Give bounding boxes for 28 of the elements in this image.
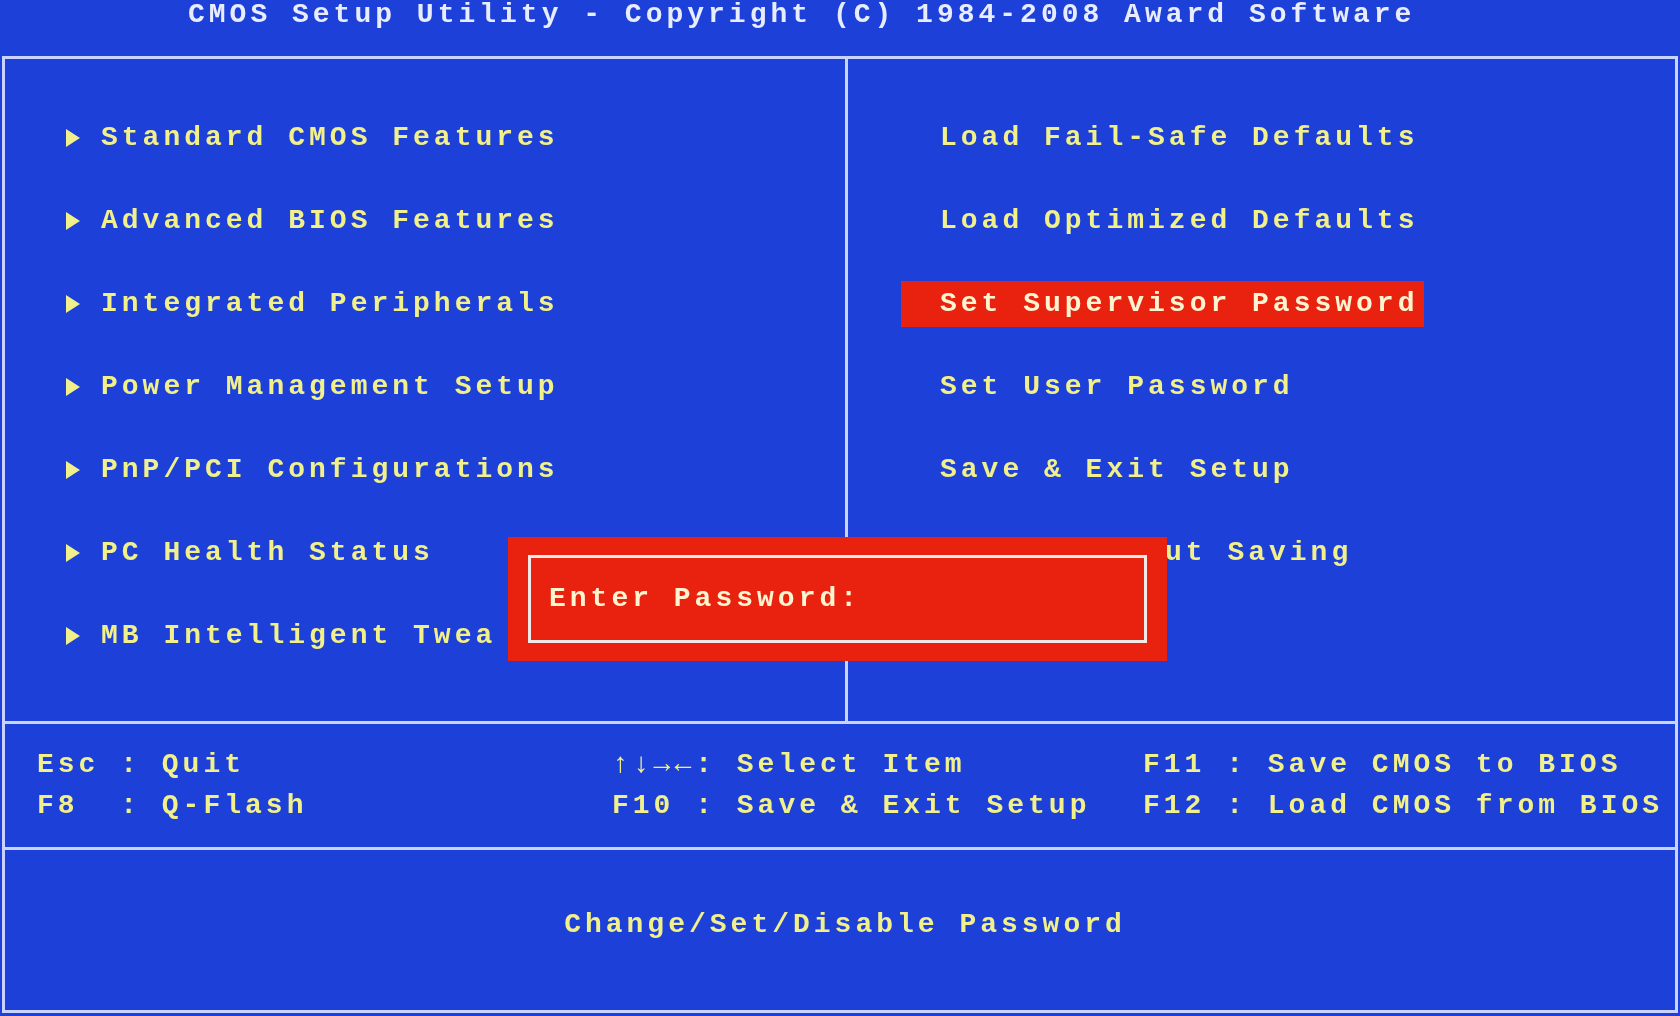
key-hint: Esc : Quit: [37, 748, 246, 782]
menu-item[interactable]: Standard CMOS Features: [101, 116, 559, 159]
triangle-icon: [65, 210, 81, 231]
screen-title: CMOS Setup Utility - Copyright (C) 1984-2008 Award Software: [187, 0, 1417, 32]
triangle-icon: [65, 542, 81, 563]
key-hint: F12 : Load CMOS from BIOS: [1143, 789, 1664, 823]
password-prompt: Enter Password:: [549, 582, 862, 616]
menu-item[interactable]: Load Fail-Safe Defaults: [901, 114, 1425, 161]
menu-item[interactable]: Load Optimized Defaults: [901, 197, 1425, 244]
triangle-icon: [65, 459, 81, 480]
triangle-icon: [65, 625, 81, 646]
key-hint: F8 : Q-Flash: [37, 789, 308, 823]
key-hint: ↑↓→←: Select Item: [612, 748, 966, 782]
menu-item[interactable]: Power Management Setup: [101, 365, 559, 408]
help-text: Change/Set/Disable Password: [564, 908, 1126, 942]
menu-item[interactable]: MB Intelligent Twea: [101, 614, 497, 657]
triangle-icon: [65, 376, 81, 397]
menu-item[interactable]: Advanced BIOS Features: [101, 199, 559, 242]
menu-item[interactable]: PC Health Status: [101, 531, 434, 574]
menu-item[interactable]: Save & Exit Setup: [901, 446, 1300, 493]
menu-item[interactable]: Integrated Peripherals: [101, 282, 559, 325]
triangle-icon: [65, 293, 81, 314]
menu-item[interactable]: Set Supervisor Password: [901, 280, 1425, 327]
menu-item[interactable]: Set User Password: [901, 363, 1300, 410]
key-hint: F10 : Save & Exit Setup: [612, 789, 1091, 823]
menu-item[interactable]: PnP/PCI Configurations: [101, 448, 559, 491]
key-hint: F11 : Save CMOS to BIOS: [1143, 748, 1622, 782]
triangle-icon: [65, 127, 81, 148]
